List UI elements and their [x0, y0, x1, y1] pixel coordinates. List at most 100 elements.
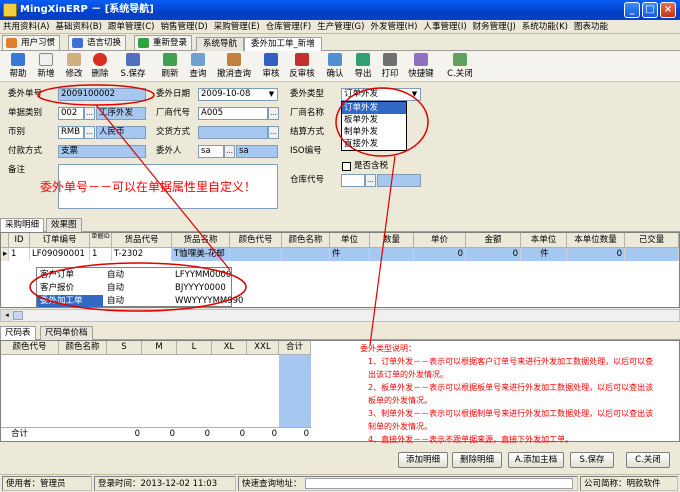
table-cell[interactable]: T-2302: [112, 248, 172, 261]
maximize-button[interactable]: □: [642, 2, 658, 18]
order-no-field[interactable]: 2009100002: [58, 88, 146, 101]
menu-hr[interactable]: 人事管理(I): [421, 20, 470, 34]
relogin-button[interactable]: 重新登录: [134, 35, 193, 50]
vendor-code-field[interactable]: A005: [198, 107, 268, 120]
pay-field[interactable]: 支票: [58, 145, 146, 158]
table-cell[interactable]: [625, 248, 679, 261]
doc-type-code-field[interactable]: 002: [58, 107, 84, 120]
add-detail-button[interactable]: 添加明细: [398, 452, 448, 468]
col-header[interactable]: 颜色代号: [1, 341, 59, 355]
warehouse-lookup-button[interactable]: …: [365, 174, 376, 187]
tab-system-nav[interactable]: 系统导航: [196, 37, 245, 51]
scroll-thumb[interactable]: [13, 311, 23, 320]
doc-type-lookup-button[interactable]: …: [84, 107, 95, 120]
list-item[interactable]: 客户报价 自动 BJYYYY0000: [37, 282, 233, 295]
col-header[interactable]: ID: [9, 233, 30, 248]
trade-lookup-button[interactable]: …: [268, 126, 279, 139]
export-button[interactable]: 导出: [348, 53, 378, 81]
save-button[interactable]: S.保存: [118, 53, 148, 81]
shortcut-button[interactable]: 快捷键: [404, 53, 438, 81]
print-button[interactable]: 打印: [375, 53, 405, 81]
col-header[interactable]: 货品名称: [172, 233, 230, 248]
tab-purchase-detail[interactable]: 采购明细: [0, 218, 45, 232]
col-header[interactable]: 订单编号: [30, 233, 90, 248]
table-cell[interactable]: 件: [330, 248, 370, 261]
close-bottom-button[interactable]: C.关闭: [626, 452, 670, 468]
refresh-button[interactable]: 刷新: [155, 53, 185, 81]
col-header[interactable]: L: [177, 341, 212, 355]
menu-purchase[interactable]: 采购管理(E): [211, 20, 263, 34]
table-cell[interactable]: 0: [567, 248, 625, 261]
warehouse-code-field[interactable]: [341, 174, 365, 187]
help-button[interactable]: 帮助: [3, 53, 33, 81]
approve-button[interactable]: 审核: [256, 53, 286, 81]
menu-warehouse[interactable]: 仓库管理(F): [263, 20, 315, 34]
tab-effect-image[interactable]: 效果图: [46, 218, 82, 232]
table-cell[interactable]: [230, 248, 282, 261]
tax-checkbox[interactable]: 是否含税: [342, 161, 422, 173]
col-header[interactable]: 单价: [414, 233, 466, 248]
tab-size-table[interactable]: 尺码表: [0, 326, 36, 340]
delegate-lookup-button[interactable]: …: [224, 145, 235, 158]
table-cell[interactable]: 1: [9, 248, 30, 261]
unapprove-button[interactable]: 反审核: [285, 53, 319, 81]
save-bottom-button[interactable]: S.保存: [570, 452, 614, 468]
col-header[interactable]: 己交量: [625, 233, 679, 248]
col-header[interactable]: 单位: [330, 233, 370, 248]
table-cell[interactable]: T恤嘿美-花邮: [172, 248, 230, 261]
currency-lookup-button[interactable]: …: [84, 126, 95, 139]
col-header[interactable]: 合计: [279, 341, 311, 355]
list-item[interactable]: 客户订单 自动 LFYYMM0000: [37, 269, 233, 282]
menu-outsourcing[interactable]: 外发管理(H): [367, 20, 420, 34]
menu-shared-data[interactable]: 共用资料(A): [0, 20, 52, 34]
col-header[interactable]: 颜色名称: [282, 233, 330, 248]
option-direct[interactable]: 直接外发: [342, 138, 406, 150]
add-master-button[interactable]: A.添加主档: [508, 452, 564, 468]
delegate-code-field[interactable]: sa: [198, 145, 224, 158]
option-sample[interactable]: 板单外发: [342, 114, 406, 126]
currency-code-field[interactable]: RMB: [58, 126, 84, 139]
horizontal-scrollbar[interactable]: ◂: [0, 309, 680, 322]
close-form-button[interactable]: C.关闭: [443, 53, 477, 81]
user-habit-button[interactable]: 用户习惯: [2, 35, 61, 50]
tab-outsourcing-order[interactable]: 委外加工单_新增: [244, 37, 322, 51]
menu-finance[interactable]: 财务管理(J): [470, 20, 519, 34]
cancel-query-button[interactable]: 撤消查询: [214, 53, 254, 81]
col-header[interactable]: M: [142, 341, 177, 355]
vendor-lookup-button[interactable]: …: [268, 107, 279, 120]
menu-system[interactable]: 系统功能(K): [519, 20, 571, 34]
table-cell[interactable]: 件: [521, 248, 567, 261]
quick-query-input[interactable]: [305, 478, 573, 489]
col-header[interactable]: 货品代号: [112, 233, 172, 248]
menu-order-tracking[interactable]: 跟单管理(C): [105, 20, 158, 34]
col-header[interactable]: S: [107, 341, 142, 355]
menu-sales[interactable]: 销售管理(D): [158, 20, 211, 34]
table-cell[interactable]: [282, 248, 330, 261]
menu-production[interactable]: 生产管理(G): [314, 20, 367, 34]
confirm-button[interactable]: 确认: [320, 53, 350, 81]
menu-basic-data[interactable]: 基础资料(B): [52, 20, 104, 34]
table-cell[interactable]: 0: [466, 248, 521, 261]
list-item[interactable]: 委外加工单 自动 WWYYYYMM990: [37, 295, 243, 308]
delete-detail-button[interactable]: 删除明细: [452, 452, 502, 468]
col-header[interactable]: 颜色代号: [230, 233, 282, 248]
col-header[interactable]: 颜色名称: [59, 341, 107, 355]
col-header[interactable]: 本单位: [521, 233, 567, 248]
language-switch-button[interactable]: 语言切换: [68, 35, 127, 50]
col-header[interactable]: XL: [212, 341, 247, 355]
new-button[interactable]: 新增: [31, 53, 61, 81]
type-select[interactable]: 订单外发 ▼: [341, 88, 421, 101]
menu-charts[interactable]: 图表功能: [571, 20, 611, 34]
table-cell[interactable]: 0: [414, 248, 466, 261]
query-button[interactable]: 查询: [183, 53, 213, 81]
col-header[interactable]: 单据ID: [90, 233, 112, 248]
col-header[interactable]: XXL: [247, 341, 279, 355]
option-order[interactable]: 订单外发: [342, 102, 406, 114]
close-button[interactable]: ×: [660, 2, 676, 18]
tab-size-price[interactable]: 尺码单价档: [40, 326, 93, 340]
table-cell[interactable]: LF09090001: [30, 248, 90, 261]
trade-field[interactable]: [198, 126, 268, 139]
col-header[interactable]: 本单位数量: [567, 233, 625, 248]
table-cell[interactable]: 1: [90, 248, 112, 261]
date-field[interactable]: 2009-10-08 ▼: [198, 88, 278, 101]
